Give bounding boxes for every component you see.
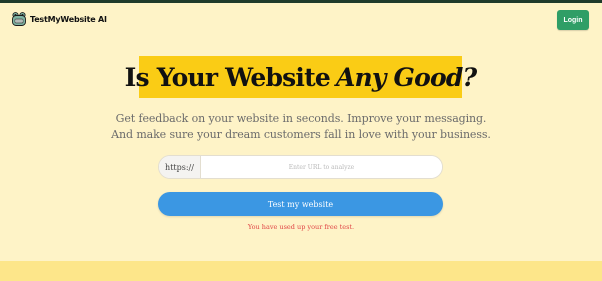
robot-frog-icon bbox=[12, 12, 26, 26]
headline-emphasis: Any Good? bbox=[335, 62, 477, 92]
url-field: https:// bbox=[158, 155, 443, 179]
test-website-button[interactable]: Test my website bbox=[158, 192, 443, 216]
error-message: You have used up your free test. bbox=[247, 223, 355, 231]
subtitle-line-1: Get feedback on your website in seconds.… bbox=[115, 112, 487, 125]
logo-link[interactable]: TestMyWebsite AI bbox=[11, 11, 107, 27]
headline-main: Is Your Website bbox=[124, 62, 331, 92]
url-prefix: https:// bbox=[159, 156, 201, 178]
site-header: TestMyWebsite AI Login bbox=[0, 3, 602, 35]
page-headline: Is Your Website Any Good? bbox=[125, 56, 477, 98]
subtitle-line-2: And make sure your dream customers fall … bbox=[111, 128, 491, 141]
bottom-section-band bbox=[0, 261, 602, 281]
logo-text: TestMyWebsite AI bbox=[30, 14, 107, 24]
url-input[interactable] bbox=[201, 156, 442, 178]
login-button[interactable]: Login bbox=[557, 10, 589, 30]
